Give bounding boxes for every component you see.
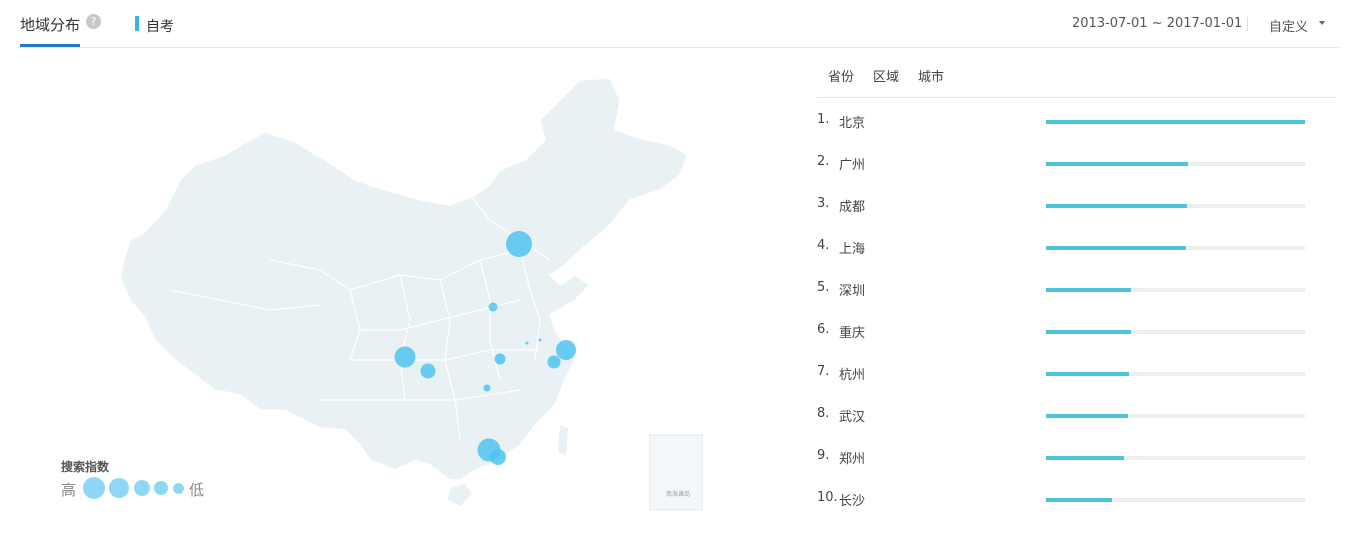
legend-dot-4 xyxy=(154,481,168,495)
rank-number: 2. xyxy=(817,154,830,169)
keyword-color-marker xyxy=(135,16,139,31)
bubble-chongqing xyxy=(420,363,436,379)
city-name: 重庆 xyxy=(839,326,866,341)
bar-fill xyxy=(1046,498,1113,502)
city-name: 北京 xyxy=(839,116,866,131)
bar-track xyxy=(1046,204,1305,208)
period-select[interactable]: 自定义 xyxy=(1269,16,1308,35)
subtab-region[interactable]: 区域 xyxy=(873,66,899,85)
list-item: 6. 重庆 xyxy=(817,322,1317,342)
china-map: 南海诸岛 xyxy=(119,77,703,511)
legend-dot-5 xyxy=(173,483,184,494)
bubble-hangzhou xyxy=(547,355,561,369)
subtab-province[interactable]: 省份 xyxy=(828,66,854,85)
list-item: 3. 成都 xyxy=(817,196,1317,216)
bar-track xyxy=(1046,372,1305,376)
bubble-shanghai xyxy=(556,340,576,360)
help-icon[interactable]: ? xyxy=(86,14,101,29)
rank-number: 4. xyxy=(817,238,830,253)
rank-number: 7. xyxy=(817,364,830,379)
chevron-down-icon[interactable] xyxy=(1319,21,1325,25)
legend-title: 搜索指数 xyxy=(61,460,110,474)
bubble-beijing xyxy=(506,231,532,257)
bar-fill xyxy=(1046,162,1189,166)
list-divider xyxy=(817,97,1336,98)
map-taiwan xyxy=(558,425,568,455)
city-name: 广州 xyxy=(839,158,866,173)
bar-fill xyxy=(1046,456,1124,460)
city-name: 深圳 xyxy=(839,284,866,299)
bar-fill xyxy=(1046,246,1186,250)
bar-fill xyxy=(1046,414,1128,418)
rank-number: 10. xyxy=(817,490,838,505)
bar-fill xyxy=(1046,372,1129,376)
city-name: 杭州 xyxy=(839,368,866,383)
legend-low-label: 低 xyxy=(189,481,205,499)
bar-track xyxy=(1046,498,1305,502)
bubble-changsha xyxy=(483,384,491,392)
bar-fill xyxy=(1046,120,1305,124)
rank-number: 5. xyxy=(817,280,830,295)
list-item: 4. 上海 xyxy=(817,238,1317,258)
city-name: 武汉 xyxy=(839,410,866,425)
list-item: 2. 广州 xyxy=(817,154,1317,174)
list-item: 8. 武汉 xyxy=(817,406,1317,426)
bar-fill xyxy=(1046,288,1132,292)
city-name: 上海 xyxy=(839,242,866,257)
bar-track xyxy=(1046,330,1305,334)
bar-track xyxy=(1046,162,1305,166)
list-item: 10. 长沙 xyxy=(817,490,1317,510)
bubble-zhengzhou xyxy=(488,302,498,312)
bubble-wuhan xyxy=(494,353,506,365)
tab-region-distribution[interactable]: 地域分布 xyxy=(20,14,80,35)
inset-label: 南海诸岛 xyxy=(666,490,690,498)
rank-number: 1. xyxy=(817,112,830,127)
list-item: 7. 杭州 xyxy=(817,364,1317,384)
list-item: 5. 深圳 xyxy=(817,280,1317,300)
bubble-shenzhen xyxy=(490,449,506,465)
rank-number: 8. xyxy=(817,406,830,421)
legend-dot-3 xyxy=(134,480,150,496)
legend-dot-2 xyxy=(109,478,129,498)
map-mainland xyxy=(119,77,689,481)
subtab-city[interactable]: 城市 xyxy=(918,66,944,85)
bar-track xyxy=(1046,120,1305,124)
legend-dot-1 xyxy=(83,477,105,499)
bubble-small-2 xyxy=(538,338,542,342)
list-item: 1. 北京 xyxy=(817,112,1317,132)
rank-number: 9. xyxy=(817,448,830,463)
header-divider xyxy=(1247,17,1248,31)
map-hainan xyxy=(448,484,472,506)
city-name: 长沙 xyxy=(839,494,866,509)
list-item: 9. 郑州 xyxy=(817,448,1317,468)
keyword-label: 自考 xyxy=(146,19,174,35)
header-divider-line xyxy=(20,47,1340,48)
bar-track xyxy=(1046,288,1305,292)
bubble-small-1 xyxy=(525,341,529,345)
legend-high-label: 高 xyxy=(61,481,77,499)
city-name: 成都 xyxy=(839,200,866,215)
bar-fill xyxy=(1046,204,1188,208)
bar-track xyxy=(1046,414,1305,418)
bar-fill xyxy=(1046,330,1132,334)
bubble-chengdu xyxy=(394,346,416,368)
rank-number: 6. xyxy=(817,322,830,337)
header: 地域分布 ? 自考 2013-07-01 ~ 2017-01-01 自定义 xyxy=(0,0,1345,48)
bar-track xyxy=(1046,456,1305,460)
south-china-sea-inset xyxy=(649,434,703,511)
city-name: 郑州 xyxy=(839,452,866,467)
bar-track xyxy=(1046,246,1305,250)
date-range[interactable]: 2013-07-01 ~ 2017-01-01 xyxy=(1072,16,1242,31)
rank-number: 3. xyxy=(817,196,830,211)
